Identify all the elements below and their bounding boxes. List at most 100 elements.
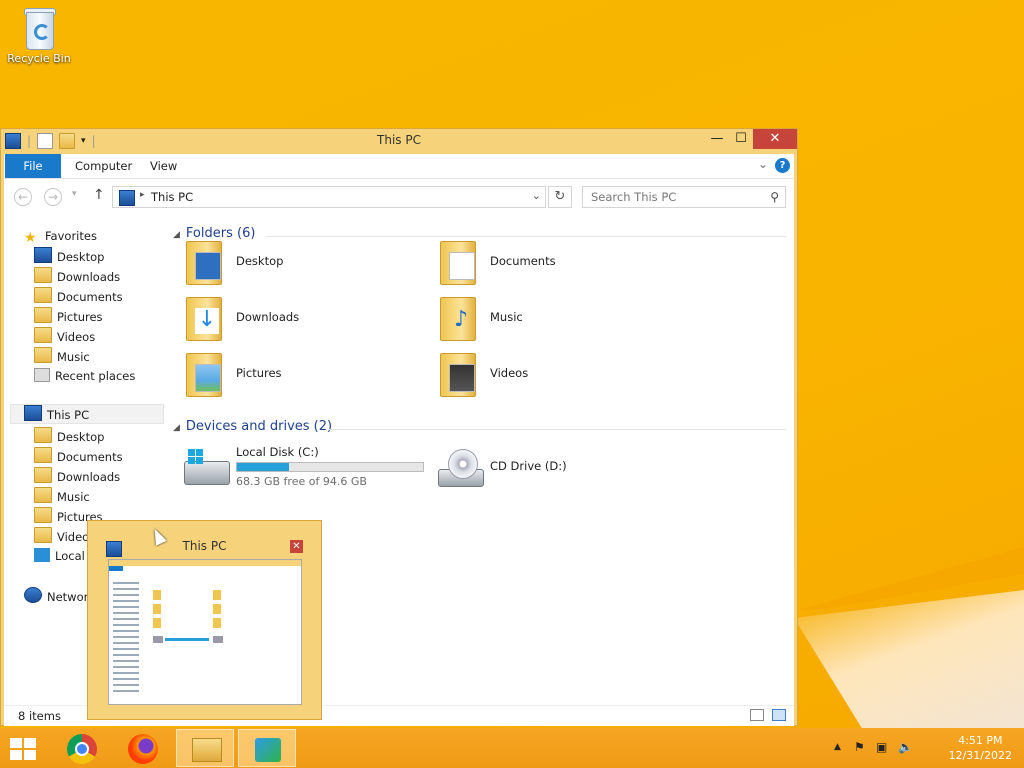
show-hidden-icons-icon[interactable]: ▲ <box>834 742 841 752</box>
preview-thumbnail-image[interactable] <box>108 559 302 705</box>
folder-tile-music[interactable]: ♪ Music <box>438 295 678 343</box>
videos-folder-icon <box>438 351 478 397</box>
firefox-icon <box>128 734 158 764</box>
address-dropdown-icon[interactable]: ⌄ <box>532 189 541 202</box>
disk-usage-bar <box>236 462 424 472</box>
local-disk-icon <box>184 449 230 485</box>
recycle-bin-desktop-icon[interactable]: Recycle Bin <box>6 6 72 65</box>
tab-file[interactable]: File <box>5 154 61 178</box>
back-button[interactable]: ← <box>14 188 32 206</box>
nav-pc-local-disk[interactable]: Local <box>34 547 85 565</box>
nav-favorites-desktop[interactable]: Desktop <box>34 247 104 265</box>
nav-favorites-videos[interactable]: Videos <box>34 327 95 345</box>
nav-favorites-downloads[interactable]: Downloads <box>34 267 120 285</box>
documents-folder-icon <box>34 287 52 303</box>
taskbar-chrome[interactable] <box>52 729 110 767</box>
collapse-triangle-icon: ◢ <box>173 423 180 433</box>
preview-close-button[interactable]: ✕ <box>290 540 303 553</box>
documents-folder-icon <box>34 447 52 463</box>
desktop-folder-icon <box>184 239 224 285</box>
nav-pc-desktop[interactable]: Desktop <box>34 427 104 445</box>
window-title: This PC <box>377 133 421 147</box>
recycle-bin-icon <box>22 6 56 50</box>
drive-tile-local-disk[interactable]: Local Disk (C:) 68.3 GB free of 94.6 GB <box>184 445 444 495</box>
maximize-button[interactable]: ☐ <box>727 129 755 149</box>
folder-tile-pictures[interactable]: Pictures <box>184 351 424 399</box>
taskbar-firefox[interactable] <box>114 729 172 767</box>
downloads-folder-icon <box>34 467 52 483</box>
help-icon[interactable]: ? <box>775 158 790 173</box>
search-icon[interactable]: ⚲ <box>770 190 779 204</box>
local-disk-icon <box>34 548 50 562</box>
title-bar[interactable]: | ▾ | This PC — ☐ ✕ <box>1 129 797 153</box>
pictures-folder-icon <box>184 351 224 397</box>
taskbar: ▲ ⚑ ▣ 🔈 4:51 PM 12/31/2022 <box>0 728 1024 768</box>
expand-ribbon-chevron-icon[interactable]: ⌄ <box>758 157 768 171</box>
start-button[interactable] <box>10 738 38 760</box>
folder-tile-downloads[interactable]: ↓ Downloads <box>184 295 424 343</box>
music-folder-icon <box>34 487 52 503</box>
drive-tile-cd-drive[interactable]: CD Drive (D:) <box>438 445 698 495</box>
clock[interactable]: 4:51 PM 12/31/2022 <box>949 733 1012 763</box>
item-count: 8 items <box>18 709 61 723</box>
taskbar-app[interactable] <box>238 729 296 767</box>
tab-view[interactable]: View <box>150 154 177 178</box>
nav-favorites[interactable]: ★ Favorites <box>24 227 97 246</box>
file-explorer-icon <box>192 738 222 762</box>
desktop-icon <box>34 247 52 263</box>
search-input[interactable]: Search This PC ⚲ <box>582 186 786 208</box>
pictures-folder-icon <box>34 507 52 523</box>
computer-icon <box>24 405 42 421</box>
action-center-flag-icon[interactable]: ⚑ <box>854 740 865 754</box>
nav-pc-downloads[interactable]: Downloads <box>34 467 120 485</box>
disk-usage-fill <box>237 463 289 471</box>
up-button[interactable]: ↑ <box>93 187 105 203</box>
volume-icon[interactable]: 🔈 <box>898 740 913 754</box>
recycle-bin-label: Recycle Bin <box>7 52 71 65</box>
preview-title: This PC <box>182 539 227 553</box>
star-icon: ★ <box>24 230 37 246</box>
forward-button[interactable]: → <box>44 188 62 206</box>
close-button[interactable]: ✕ <box>753 129 797 149</box>
nav-favorites-pictures[interactable]: Pictures <box>34 307 103 325</box>
nav-this-pc[interactable]: This PC <box>24 405 89 423</box>
nav-pc-documents[interactable]: Documents <box>34 447 123 465</box>
clock-date: 12/31/2022 <box>948 749 1012 762</box>
recent-locations-chevron-icon[interactable]: ▾ <box>72 189 77 199</box>
nav-favorites-documents[interactable]: Documents <box>34 287 123 305</box>
ribbon: File Computer View ⌄ ? <box>4 154 794 179</box>
refresh-button[interactable]: ↻ <box>548 186 572 208</box>
downloads-folder-icon <box>34 267 52 283</box>
collapse-triangle-icon: ◢ <box>173 230 180 240</box>
breadcrumb-chevron-icon[interactable]: ▸ <box>140 190 145 200</box>
tab-computer[interactable]: Computer <box>75 154 132 178</box>
navigation-bar: ← → ▾ ↑ ▸ This PC ⌄ ↻ Search This PC ⚲ <box>4 179 794 215</box>
folder-tile-documents[interactable]: Documents <box>438 239 678 287</box>
address-text: This PC <box>151 190 194 204</box>
videos-folder-icon <box>34 527 52 543</box>
large-icons-view-icon[interactable] <box>772 709 786 721</box>
nav-pc-music[interactable]: Music <box>34 487 90 505</box>
folder-tile-videos[interactable]: Videos <box>438 351 678 399</box>
taskbar-file-explorer[interactable] <box>176 729 234 767</box>
network-icon <box>24 587 42 603</box>
nav-favorites-recent-places[interactable]: Recent places <box>34 367 135 385</box>
taskbar-thumbnail-preview[interactable]: This PC ✕ <box>87 520 322 720</box>
section-divider <box>266 236 786 237</box>
videos-folder-icon <box>34 327 52 343</box>
wallpaper-highlight <box>794 590 1024 730</box>
folder-tile-desktop[interactable]: Desktop <box>184 239 424 287</box>
computer-icon <box>119 190 135 206</box>
clock-time: 4:51 PM <box>958 734 1003 747</box>
pictures-folder-icon <box>34 307 52 323</box>
nav-network[interactable]: Network <box>24 587 95 605</box>
details-view-icon[interactable] <box>750 709 764 721</box>
cd-drive-icon <box>438 449 484 489</box>
music-folder-icon: ♪ <box>438 295 478 341</box>
nav-favorites-music[interactable]: Music <box>34 347 90 365</box>
network-tray-icon[interactable]: ▣ <box>876 740 887 754</box>
drives-section-header[interactable]: ◢ Devices and drives (2) <box>173 419 332 434</box>
downloads-folder-icon: ↓ <box>184 295 224 341</box>
address-bar[interactable]: ▸ This PC ⌄ <box>112 186 546 208</box>
users-app-icon <box>255 738 281 762</box>
